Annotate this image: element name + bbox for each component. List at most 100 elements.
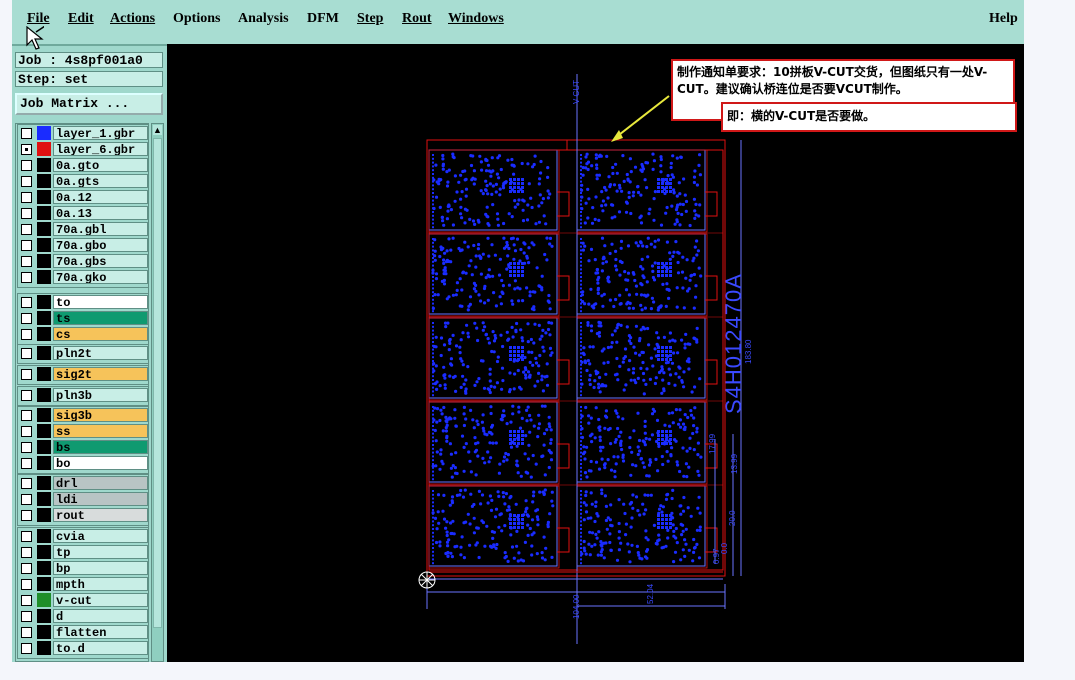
menu-rout[interactable]: Rout bbox=[402, 11, 432, 27]
layer-color-swatch[interactable] bbox=[37, 158, 51, 172]
layer-row[interactable]: pln2t bbox=[18, 346, 148, 361]
menu-dfm[interactable]: DFM bbox=[307, 11, 339, 27]
layer-row[interactable]: 0a.13 bbox=[18, 206, 148, 221]
layer-name[interactable]: to.d bbox=[53, 641, 148, 655]
layer-checkbox[interactable] bbox=[21, 256, 32, 267]
layer-name[interactable]: sig3b bbox=[53, 408, 148, 422]
layer-name[interactable]: drl bbox=[53, 476, 148, 490]
layer-checkbox[interactable] bbox=[21, 348, 32, 359]
layer-color-swatch[interactable] bbox=[37, 476, 51, 490]
layer-row[interactable]: sig3b bbox=[18, 408, 148, 423]
layer-row[interactable]: bs bbox=[18, 440, 148, 455]
layer-row[interactable]: rout bbox=[18, 508, 148, 523]
layer-checkbox[interactable] bbox=[21, 478, 32, 489]
layer-name[interactable]: pln3b bbox=[53, 388, 148, 402]
layer-row[interactable]: 0a.gto bbox=[18, 158, 148, 173]
layer-row[interactable]: pln3b bbox=[18, 388, 148, 403]
layer-row[interactable]: tp bbox=[18, 545, 148, 560]
layer-row[interactable]: cvia bbox=[18, 529, 148, 544]
layer-row[interactable]: to.d bbox=[18, 641, 148, 656]
layer-color-swatch[interactable] bbox=[37, 492, 51, 506]
layer-color-swatch[interactable] bbox=[37, 529, 51, 543]
layer-color-swatch[interactable] bbox=[37, 625, 51, 639]
layer-name[interactable]: bp bbox=[53, 561, 148, 575]
layer-checkbox[interactable] bbox=[21, 531, 32, 542]
layer-color-swatch[interactable] bbox=[37, 388, 51, 402]
layer-row[interactable]: mpth bbox=[18, 577, 148, 592]
layer-checkbox[interactable] bbox=[21, 510, 32, 521]
menu-step[interactable]: Step bbox=[357, 11, 383, 27]
layer-checkbox[interactable] bbox=[21, 128, 32, 139]
scroll-up-icon[interactable]: ▲ bbox=[153, 125, 162, 135]
menu-edit[interactable]: Edit bbox=[68, 11, 94, 27]
layer-name[interactable]: to bbox=[53, 295, 148, 309]
layer-name[interactable]: 70a.gbs bbox=[53, 254, 148, 268]
graphics-canvas[interactable]: V-CUT 183.80 104.00 52.04 17.99 13.99 20.0 0.0 0… bbox=[167, 44, 1024, 662]
layer-row[interactable]: 0a.12 bbox=[18, 190, 148, 205]
layer-color-swatch[interactable] bbox=[37, 609, 51, 623]
layer-checkbox[interactable] bbox=[21, 579, 32, 590]
layer-checkbox[interactable] bbox=[21, 563, 32, 574]
menu-actions[interactable]: Actions bbox=[110, 11, 155, 27]
layer-row[interactable]: d bbox=[18, 609, 148, 624]
layer-color-swatch[interactable] bbox=[37, 190, 51, 204]
layer-checkbox[interactable] bbox=[21, 160, 32, 171]
layer-row[interactable]: ss bbox=[18, 424, 148, 439]
layer-checkbox[interactable] bbox=[21, 313, 32, 324]
layer-row[interactable]: layer_1.gbr bbox=[18, 126, 148, 141]
layer-row[interactable]: to bbox=[18, 295, 148, 310]
scroll-thumb[interactable] bbox=[153, 138, 162, 628]
layer-name[interactable]: ts bbox=[53, 311, 148, 325]
layer-color-swatch[interactable] bbox=[37, 222, 51, 236]
job-matrix-button[interactable]: Job Matrix ... bbox=[15, 93, 163, 115]
layer-name[interactable]: layer_1.gbr bbox=[53, 126, 148, 140]
layer-color-swatch[interactable] bbox=[37, 238, 51, 252]
layer-color-swatch[interactable] bbox=[37, 508, 51, 522]
layer-name[interactable]: v-cut bbox=[53, 593, 148, 607]
layer-checkbox[interactable] bbox=[21, 595, 32, 606]
layer-list-scrollbar[interactable]: ▲ bbox=[151, 123, 164, 662]
layer-color-swatch[interactable] bbox=[37, 206, 51, 220]
layer-color-swatch[interactable] bbox=[37, 577, 51, 591]
layer-row[interactable]: 70a.gbs bbox=[18, 254, 148, 269]
layer-color-swatch[interactable] bbox=[37, 424, 51, 438]
layer-checkbox[interactable] bbox=[21, 224, 32, 235]
layer-color-swatch[interactable] bbox=[37, 174, 51, 188]
menu-windows[interactable]: Windows bbox=[448, 11, 504, 27]
layer-name[interactable]: pln2t bbox=[53, 346, 148, 360]
layer-row[interactable]: ts bbox=[18, 311, 148, 326]
layer-checkbox[interactable] bbox=[21, 297, 32, 308]
layer-name[interactable]: d bbox=[53, 609, 148, 623]
layer-name[interactable]: layer_6.gbr bbox=[53, 142, 148, 156]
layer-color-swatch[interactable] bbox=[37, 456, 51, 470]
layer-row[interactable]: cs bbox=[18, 327, 148, 342]
layer-color-swatch[interactable] bbox=[37, 270, 51, 284]
layer-name[interactable]: bo bbox=[53, 456, 148, 470]
menu-help[interactable]: Help bbox=[989, 11, 1018, 27]
layer-checkbox[interactable] bbox=[21, 547, 32, 558]
layer-color-swatch[interactable] bbox=[37, 254, 51, 268]
layer-row[interactable]: bp bbox=[18, 561, 148, 576]
layer-name[interactable]: cs bbox=[53, 327, 148, 341]
layer-row[interactable]: 70a.gko bbox=[18, 270, 148, 285]
layer-row[interactable]: flatten bbox=[18, 625, 148, 640]
layer-checkbox[interactable] bbox=[21, 240, 32, 251]
menu-options[interactable]: Options bbox=[173, 11, 220, 27]
layer-row[interactable]: ldi bbox=[18, 492, 148, 507]
layer-name[interactable]: 70a.gbl bbox=[53, 222, 148, 236]
layer-row[interactable]: 70a.gbo bbox=[18, 238, 148, 253]
layer-name[interactable]: 0a.13 bbox=[53, 206, 148, 220]
layer-row[interactable]: 70a.gbl bbox=[18, 222, 148, 237]
layer-checkbox[interactable] bbox=[21, 390, 32, 401]
layer-name[interactable]: 0a.gto bbox=[53, 158, 148, 172]
layer-checkbox[interactable] bbox=[21, 426, 32, 437]
layer-name[interactable]: ldi bbox=[53, 492, 148, 506]
layer-name[interactable]: flatten bbox=[53, 625, 148, 639]
layer-name[interactable]: ss bbox=[53, 424, 148, 438]
layer-checkbox[interactable] bbox=[21, 329, 32, 340]
layer-checkbox[interactable] bbox=[21, 410, 32, 421]
layer-color-swatch[interactable] bbox=[37, 440, 51, 454]
layer-checkbox[interactable] bbox=[21, 611, 32, 622]
layer-checkbox[interactable] bbox=[21, 369, 32, 380]
layer-checkbox[interactable] bbox=[21, 442, 32, 453]
